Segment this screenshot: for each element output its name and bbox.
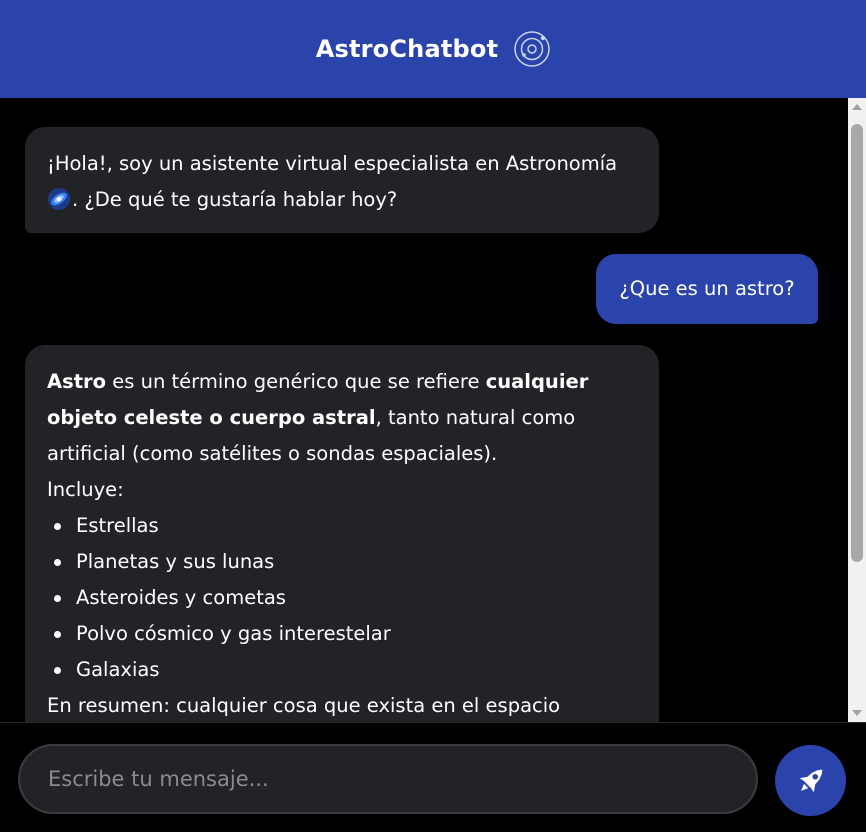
send-button[interactable] bbox=[775, 745, 846, 816]
list-item: Planetas y sus lunas bbox=[47, 544, 637, 580]
list-title: Incluye: bbox=[47, 478, 124, 501]
answer-intro: Astro es un término genérico que se refi… bbox=[47, 364, 637, 472]
chat-scrollbar[interactable] bbox=[848, 98, 866, 722]
scroll-down-icon[interactable] bbox=[852, 710, 862, 716]
orbit-icon bbox=[514, 31, 551, 67]
answer-text: es un término genérico que se refiere bbox=[106, 370, 486, 393]
app-title: AstroChatbot bbox=[315, 35, 499, 63]
chat-app: AstroChatbot ¡Hola!, soy un asistente vi… bbox=[0, 0, 866, 832]
message-text: . ¿De qué te gustaría hablar hoy? bbox=[72, 188, 398, 211]
message-text: ¿Que es un astro? bbox=[619, 277, 795, 300]
list-item: Estrellas bbox=[47, 508, 637, 544]
list-item: Polvo cósmico y gas interestelar bbox=[47, 616, 637, 652]
user-message: ¿Que es un astro? bbox=[596, 254, 818, 324]
input-bar bbox=[0, 722, 866, 832]
rocket-icon bbox=[799, 769, 822, 792]
galaxy-emoji bbox=[48, 188, 70, 210]
chat-messages[interactable]: ¡Hola!, soy un asistente virtual especia… bbox=[0, 98, 848, 722]
list-item: Asteroides y cometas bbox=[47, 580, 637, 616]
message-text: ¡Hola!, soy un asistente virtual especia… bbox=[47, 152, 618, 175]
answer-summary: En resumen: cualquier cosa que exista en… bbox=[47, 694, 561, 717]
scroll-thumb[interactable] bbox=[851, 124, 863, 562]
bot-message: Astro es un término genérico que se refi… bbox=[25, 345, 659, 722]
header: AstroChatbot bbox=[0, 0, 866, 98]
message-input[interactable] bbox=[18, 744, 758, 814]
scroll-up-icon[interactable] bbox=[852, 104, 862, 110]
bold-term: Astro bbox=[47, 370, 107, 393]
astro-list: Estrellas Planetas y sus lunas Asteroide… bbox=[47, 508, 637, 688]
bot-message: ¡Hola!, soy un asistente virtual especia… bbox=[25, 127, 659, 233]
list-item: Galaxias bbox=[47, 652, 637, 688]
